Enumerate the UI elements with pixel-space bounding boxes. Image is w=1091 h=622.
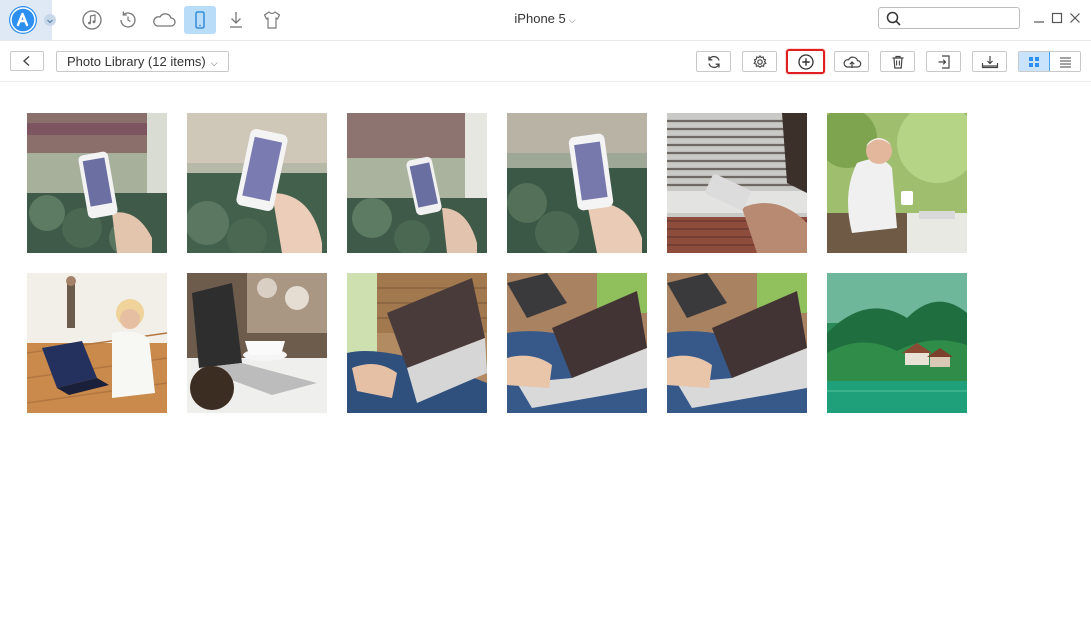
close-icon xyxy=(1070,13,1080,23)
app-logo-icon[interactable] xyxy=(9,6,37,34)
cloud-upload-button[interactable] xyxy=(834,51,869,72)
photo-thumbnail[interactable] xyxy=(667,273,807,413)
photo-thumbnail[interactable] xyxy=(187,273,327,413)
list-view-icon xyxy=(1059,56,1071,68)
close-button[interactable] xyxy=(1067,10,1083,26)
maximize-icon xyxy=(1051,12,1063,24)
trash-icon xyxy=(892,55,903,69)
download-icon[interactable] xyxy=(220,6,252,34)
device-selector[interactable]: iPhone 5 ⌵ xyxy=(470,0,620,40)
chevron-down-icon: ⌵ xyxy=(568,15,576,25)
refresh-button[interactable] xyxy=(696,51,731,72)
view-mode-toggle xyxy=(1018,51,1081,72)
cloud-upload-icon xyxy=(843,56,861,68)
export-icon xyxy=(938,54,950,69)
photo-thumbnail[interactable] xyxy=(827,273,967,413)
refresh-icon xyxy=(707,55,720,68)
photo-thumbnail[interactable] xyxy=(27,273,167,413)
list-view-button[interactable] xyxy=(1050,52,1080,71)
music-icon[interactable] xyxy=(76,6,108,34)
back-button[interactable] xyxy=(10,51,44,71)
library-label: Photo Library (12 items) xyxy=(67,54,206,69)
photo-thumbnail[interactable] xyxy=(827,113,967,253)
chevron-down-icon: ⌵ xyxy=(210,58,218,68)
photo-thumbnail[interactable] xyxy=(667,113,807,253)
toolbar: Photo Library (12 items) ⌵ xyxy=(0,41,1091,82)
photo-thumbnail[interactable] xyxy=(347,273,487,413)
phone-icon[interactable] xyxy=(184,6,216,34)
shirt-icon[interactable] xyxy=(256,6,288,34)
settings-button[interactable] xyxy=(742,51,777,72)
gear-icon xyxy=(753,54,766,68)
delete-button[interactable] xyxy=(880,51,915,72)
library-selector[interactable]: Photo Library (12 items) ⌵ xyxy=(56,51,229,72)
cloud-icon[interactable] xyxy=(148,6,180,34)
minimize-icon xyxy=(1034,21,1044,23)
photo-thumbnail[interactable] xyxy=(27,113,167,253)
chevron-left-icon xyxy=(22,55,30,67)
import-to-pc-button[interactable] xyxy=(972,51,1007,72)
add-icon xyxy=(797,53,814,70)
grid-view-icon xyxy=(1029,56,1039,67)
restore-icon[interactable] xyxy=(112,6,144,34)
title-bar: iPhone 5 ⌵ xyxy=(0,0,1091,41)
search-box[interactable] xyxy=(878,7,1020,29)
device-name: iPhone 5 xyxy=(514,11,566,26)
minimize-button[interactable] xyxy=(1031,10,1047,26)
export-button[interactable] xyxy=(926,51,961,72)
photo-thumbnail[interactable] xyxy=(187,113,327,253)
logo-menu-chevron-icon[interactable] xyxy=(44,14,56,26)
add-button[interactable] xyxy=(786,49,825,74)
maximize-button[interactable] xyxy=(1049,10,1065,26)
photo-thumbnail[interactable] xyxy=(347,113,487,253)
search-input[interactable] xyxy=(905,9,1017,29)
photo-thumbnail[interactable] xyxy=(507,113,647,253)
search-icon xyxy=(886,11,901,26)
grid-view-button[interactable] xyxy=(1019,52,1050,71)
import-to-pc-icon xyxy=(981,55,998,68)
photo-thumbnail[interactable] xyxy=(507,273,647,413)
